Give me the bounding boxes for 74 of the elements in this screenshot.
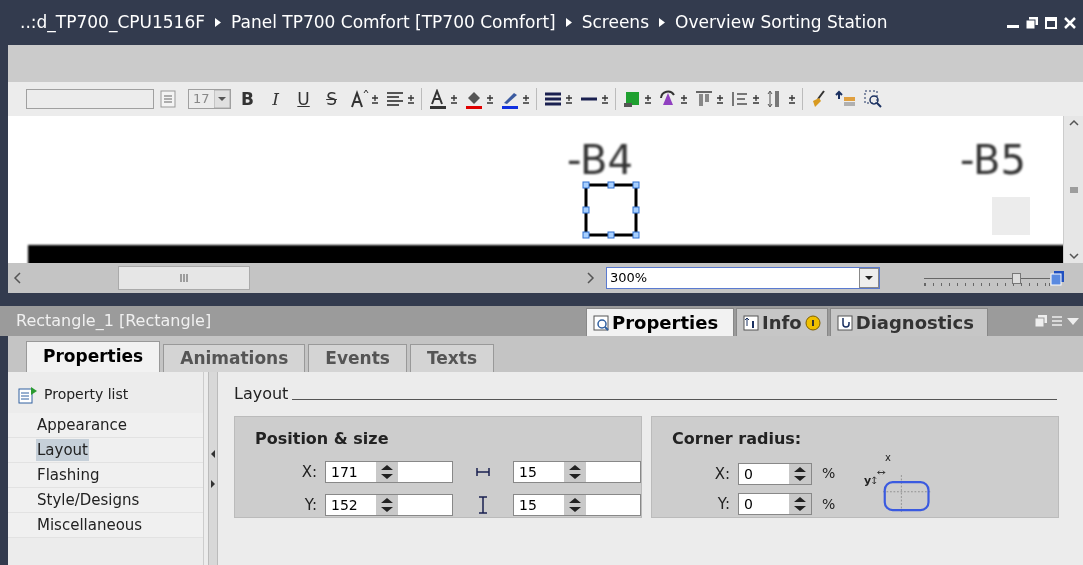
unit-label: % (821, 464, 837, 484)
spin-arrows-icon (564, 494, 586, 515)
property-list-link[interactable]: Property list (44, 384, 129, 405)
inspector-tab[interactable]: Diagnostics (829, 308, 988, 336)
breadcrumb-item[interactable]: Overview Sorting Station (671, 9, 892, 36)
warning-icon (804, 314, 821, 331)
layers-icon[interactable] (834, 89, 857, 109)
color-square-icon[interactable] (621, 89, 642, 109)
distribute-icon[interactable] (729, 89, 750, 109)
breadcrumb-item[interactable]: Screens (577, 9, 653, 36)
number-spinbox[interactable]: 15 (513, 461, 641, 484)
number-spinbox[interactable]: 152 (325, 493, 453, 516)
font-color-icon[interactable] (427, 89, 448, 109)
page-icon[interactable] (1050, 270, 1066, 286)
canvas-label: -B5 (960, 136, 1026, 185)
canvas-label: -B4 (567, 136, 633, 185)
format-button[interactable]: I (264, 87, 287, 111)
spin-arrows-icon (376, 462, 398, 483)
diagnostics-icon (836, 314, 853, 331)
number-spinbox[interactable]: 0 (738, 493, 812, 516)
properties-subtab[interactable]: Animations (163, 344, 306, 372)
format-button[interactable]: S (320, 87, 343, 111)
align-top-icon[interactable] (693, 89, 714, 109)
number-spinbox[interactable]: 15 (513, 493, 641, 516)
align-icon[interactable] (384, 89, 405, 109)
properties-subtab[interactable]: Properties (26, 341, 161, 372)
font-grow-icon[interactable] (348, 89, 369, 109)
properties-subtab[interactable]: Texts (409, 344, 495, 372)
info-icon (743, 314, 759, 331)
field-label: X: (301, 462, 318, 483)
property-list-icon[interactable] (18, 385, 38, 404)
spin-arrows-icon (376, 494, 398, 515)
group-title: Position & size (255, 428, 389, 450)
width-icon (476, 467, 490, 478)
zoom-dropdown[interactable]: 300% (606, 267, 880, 289)
close-icon[interactable] (1063, 15, 1077, 30)
format-button[interactable]: B (236, 87, 259, 111)
breadcrumb-arrow-icon (215, 18, 222, 27)
scroll-thumb-icon[interactable] (177, 273, 191, 283)
expand-right-icon[interactable] (209, 478, 217, 489)
axis-label: y (864, 475, 872, 486)
number-spinbox[interactable]: 0 (738, 462, 812, 485)
format-button[interactable]: U (292, 87, 315, 111)
unit-label: % (821, 494, 837, 514)
spin-arrows-icon (789, 463, 811, 484)
breadcrumb-item[interactable]: Panel TP700 Comfort [TP700 Comfort] (227, 9, 560, 36)
fill-bucket-icon[interactable] (463, 89, 484, 109)
inspector-tab[interactable]: Properties (586, 308, 734, 336)
breadcrumb-item[interactable]: ..:d_TP700_CPU1516F (16, 9, 210, 36)
height-icon (478, 495, 488, 514)
field-label: X: (714, 463, 731, 485)
properties-icon (593, 314, 609, 331)
font-name-field[interactable] (26, 89, 154, 109)
number-spinbox[interactable]: 171 (325, 461, 453, 484)
breadcrumb-arrow-icon (659, 18, 665, 27)
selected-rectangle (581, 180, 641, 240)
zoom-selection-icon[interactable] (862, 89, 883, 109)
inspector-tab[interactable]: Info (736, 308, 828, 336)
axis-label: x (885, 453, 891, 463)
section-heading: Layout (234, 383, 289, 405)
inspector-title: Rectangle_1 [Rectangle] (16, 310, 213, 332)
maximize-icon[interactable] (1044, 15, 1058, 30)
restore-icon[interactable] (1025, 15, 1039, 30)
nav-item[interactable]: Layout (36, 438, 89, 462)
splitter-handle[interactable] (208, 372, 218, 565)
breadcrumb-arrow-icon (565, 18, 572, 27)
group-title: Corner radius: (672, 428, 802, 450)
field-label: Y: (304, 494, 318, 516)
slider-thumb[interactable] (1011, 273, 1021, 284)
field-label: Y: (717, 494, 731, 515)
spin-arrows-icon (789, 494, 811, 515)
collapse-left-icon[interactable] (209, 448, 217, 459)
spin-arrows-icon (564, 462, 586, 483)
properties-subtab[interactable]: Events (308, 344, 407, 372)
